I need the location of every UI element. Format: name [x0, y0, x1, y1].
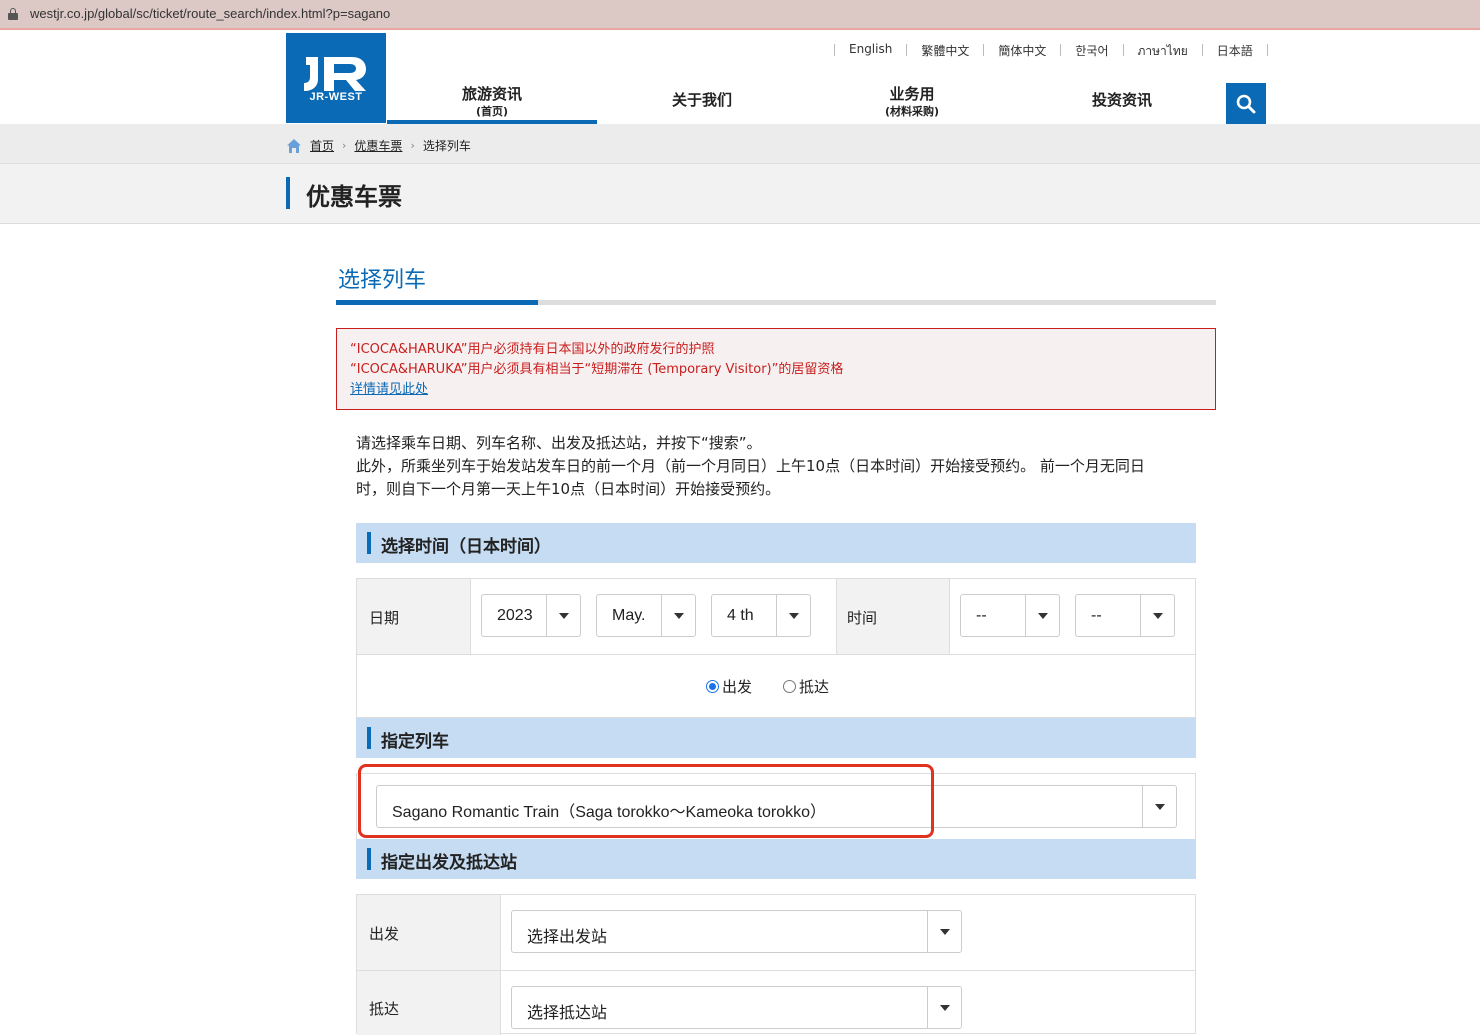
intro-line: 请选择乘车日期、列车名称、出发及抵达站，并按下“搜索”。 — [356, 434, 762, 452]
nav-sublabel: (首页) — [475, 105, 509, 118]
section-heading: 指定列车 — [381, 732, 449, 752]
section-heading: 选择时间（日本时间） — [381, 537, 551, 557]
chevron-down-icon — [789, 613, 799, 619]
time-table: 日期 2023 May. 4 th 时间 -- -- 出发 抵达 — [356, 578, 1196, 718]
arrive-label: 抵达 — [369, 1000, 400, 1018]
lang-thai[interactable]: ภาษาไทย — [1124, 42, 1202, 61]
radio-arrive[interactable]: 抵达 — [783, 676, 829, 697]
nav-label: 关于我们 — [671, 91, 732, 109]
logo-text: JR-WEST — [309, 91, 363, 103]
alert-line: “ICOCA&HARUKA”用户必须持有日本国以外的政府发行的护照 — [350, 342, 715, 357]
minute-select[interactable]: -- — [1075, 594, 1175, 637]
depart-station-select[interactable]: 选择出发站 — [511, 910, 962, 953]
breadcrumb-discount-tickets[interactable]: 优惠车票 — [354, 137, 402, 154]
nav-label: 投资资讯 — [1091, 91, 1152, 109]
arrive-station-select[interactable]: 选择抵达站 — [511, 986, 962, 1029]
section-title: 选择列车 — [338, 268, 427, 293]
time-section-header: 选择时间（日本时间） — [356, 523, 1196, 563]
nav-sublabel: (材料采购) — [884, 105, 940, 118]
browser-url-bar[interactable]: westjr.co.jp/global/sc/ticket/route_sear… — [0, 0, 1480, 30]
radio-circle[interactable] — [706, 680, 719, 693]
chevron-down-icon — [674, 613, 684, 619]
language-links: English 繁體中文 簡体中文 한국어 ภาษาไทย 日本語 — [834, 42, 1268, 61]
nav-label: 旅游资讯 — [461, 85, 522, 103]
section-underline — [336, 300, 1216, 305]
year-value: 2023 — [497, 607, 533, 624]
alert-box: “ICOCA&HARUKA”用户必须持有日本国以外的政府发行的护照 “ICOCA… — [336, 328, 1216, 410]
radio-circle[interactable] — [783, 680, 796, 693]
chevron-down-icon — [1153, 613, 1163, 619]
nav-travel-info[interactable]: 旅游资讯 (首页) — [387, 74, 597, 124]
home-icon[interactable] — [286, 138, 302, 154]
nav-label: 业务用 — [889, 85, 935, 103]
radio-label: 出发 — [722, 678, 753, 696]
nav-business[interactable]: 业务用 (材料采购) — [807, 74, 1017, 124]
global-nav: 旅游资讯 (首页) 关于我们 业务用 (材料采购) 投资资讯 — [387, 74, 1227, 124]
breadcrumb-bar: 首页 › 优惠车票 › 选择列车 — [0, 124, 1480, 164]
chevron-right-icon: › — [410, 139, 415, 152]
radio-label: 抵达 — [799, 678, 830, 696]
depart-value: 选择出发站 — [527, 929, 608, 946]
lang-traditional-chinese[interactable]: 繁體中文 — [907, 42, 983, 61]
station-section-header: 指定出发及抵达站 — [356, 839, 1196, 879]
alert-line: “ICOCA&HARUKA”用户必须具有相当于“短期滞在 (Temporary … — [350, 362, 844, 377]
breadcrumb-current: 选择列车 — [422, 139, 471, 153]
jr-west-logo[interactable]: JR-WEST — [286, 33, 386, 123]
arrive-value: 选择抵达站 — [527, 1005, 608, 1022]
search-icon — [1236, 94, 1256, 114]
train-section-header: 指定列车 — [356, 718, 1196, 758]
hour-value: -- — [976, 607, 987, 624]
jr-logo-icon — [304, 57, 366, 91]
day-select[interactable]: 4 th — [711, 594, 811, 637]
chevron-down-icon — [940, 1005, 950, 1011]
month-value: May. — [612, 607, 646, 624]
chevron-down-icon — [940, 929, 950, 935]
title-accent — [286, 177, 290, 209]
page-title: 优惠车票 — [306, 183, 402, 211]
minute-value: -- — [1091, 607, 1102, 624]
lock-icon — [8, 8, 18, 20]
nav-investor-info[interactable]: 投资资讯 — [1017, 74, 1227, 124]
alert-details-link[interactable]: 详情请见此处 — [350, 382, 428, 397]
chevron-down-icon — [1155, 804, 1165, 810]
date-label: 日期 — [369, 609, 400, 627]
nav-about-us[interactable]: 关于我们 — [597, 74, 807, 124]
highlight-box — [358, 764, 934, 838]
intro-line: 时，则自下一个月第一天上午10点（日本时间）开始接受预约。 — [356, 480, 781, 498]
radio-depart[interactable]: 出发 — [706, 676, 752, 697]
chevron-right-icon: › — [342, 139, 347, 152]
chevron-down-icon — [1038, 613, 1048, 619]
lang-japanese[interactable]: 日本語 — [1203, 42, 1267, 61]
lang-english[interactable]: English — [835, 42, 906, 61]
url-text[interactable]: westjr.co.jp/global/sc/ticket/route_sear… — [30, 6, 390, 21]
month-select[interactable]: May. — [596, 594, 696, 637]
chevron-down-icon — [559, 613, 569, 619]
breadcrumb: 首页 › 优惠车票 › 选择列车 — [286, 137, 471, 154]
lang-simplified-chinese[interactable]: 簡体中文 — [984, 42, 1060, 61]
lang-korean[interactable]: 한국어 — [1061, 42, 1122, 61]
year-select[interactable]: 2023 — [481, 594, 581, 637]
intro-text: 请选择乘车日期、列车名称、出发及抵达站，并按下“搜索”。 此外，所乘坐列车于始发… — [356, 432, 1196, 501]
day-value: 4 th — [727, 607, 754, 624]
intro-line: 此外，所乘坐列车于始发站发车日的前一个月（前一个月同日）上午10点（日本时间）开… — [356, 457, 1145, 475]
depart-label: 出发 — [369, 925, 400, 943]
page-title-bar: 优惠车票 — [0, 164, 1480, 224]
hour-select[interactable]: -- — [960, 594, 1060, 637]
search-button[interactable] — [1226, 83, 1266, 124]
station-table: 出发 选择出发站 抵达 选择抵达站 — [356, 894, 1196, 1035]
breadcrumb-home[interactable]: 首页 — [310, 137, 334, 154]
time-label: 时间 — [847, 609, 878, 627]
section-heading: 指定出发及抵达站 — [381, 853, 517, 873]
